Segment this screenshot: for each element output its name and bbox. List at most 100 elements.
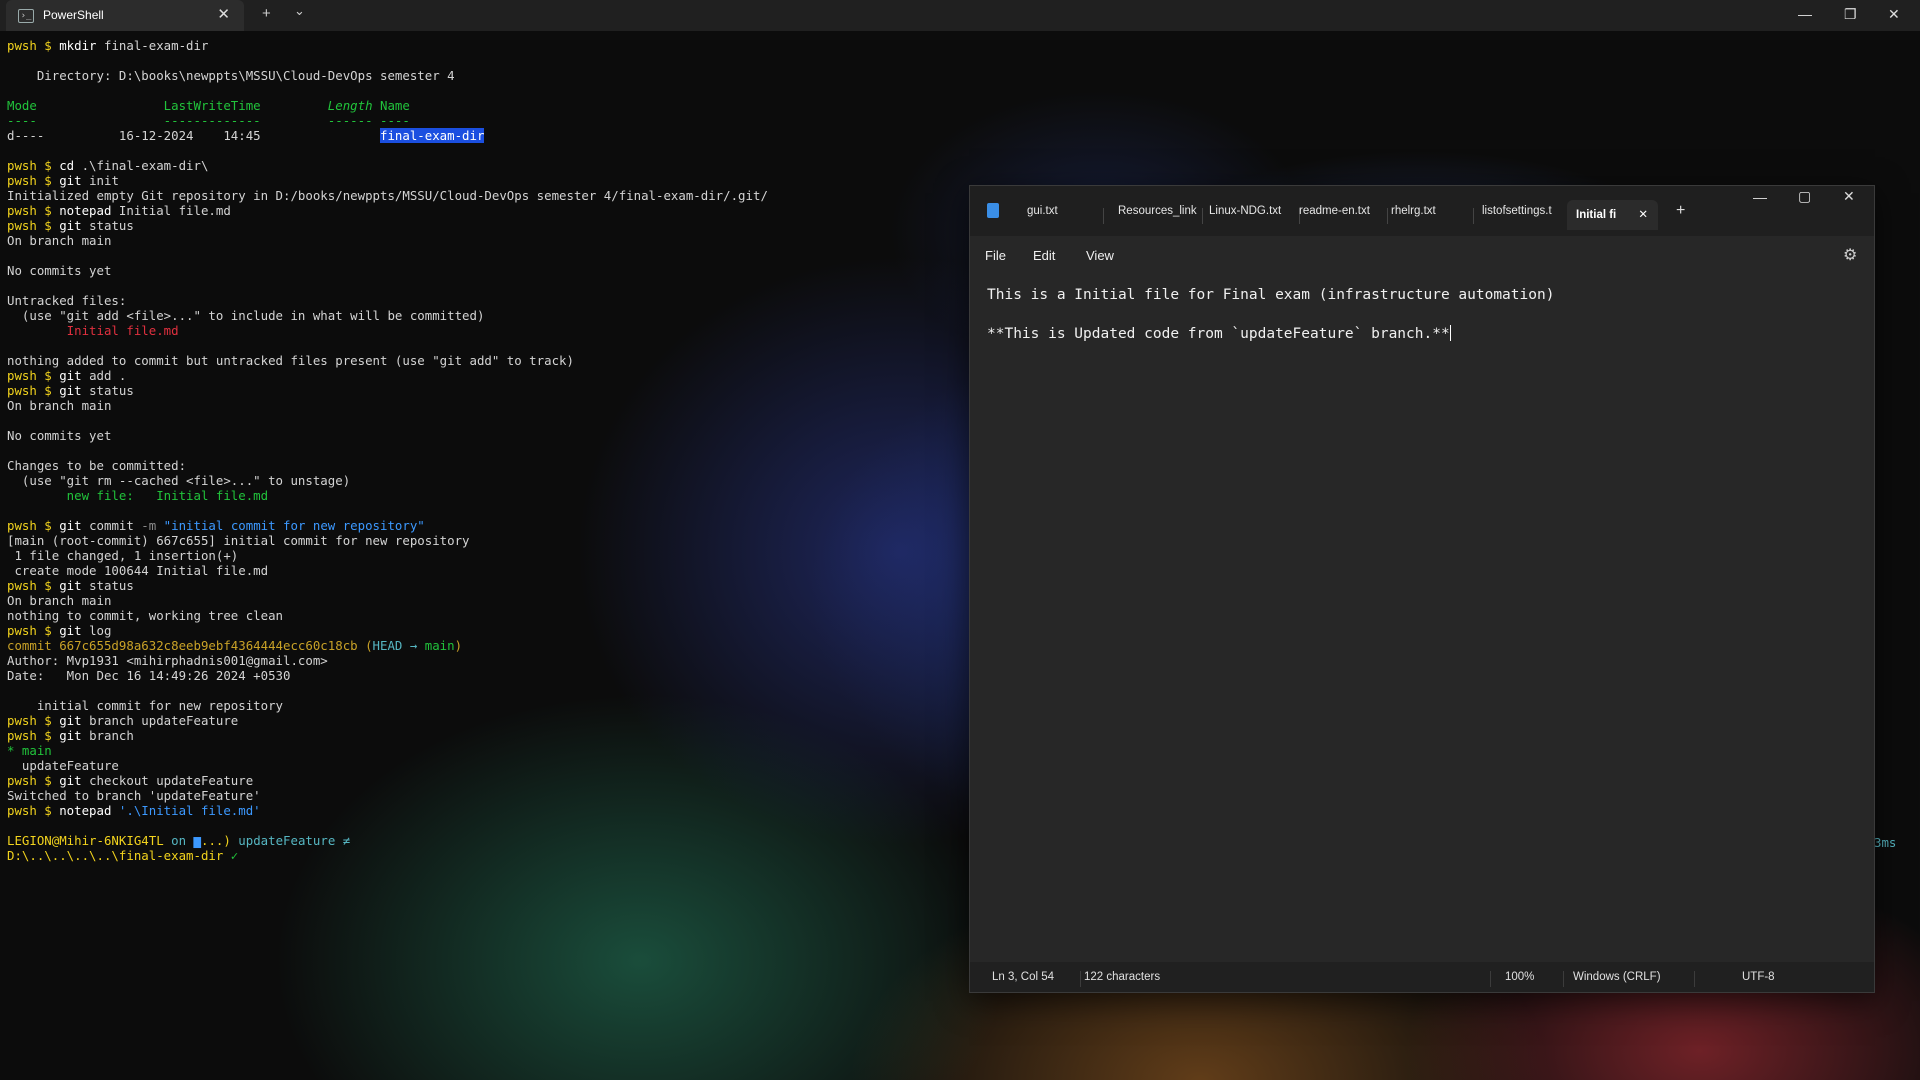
terminal-text: No commits yet xyxy=(7,428,112,443)
terminal-text: pwsh $ xyxy=(7,38,60,53)
settings-gear-icon[interactable]: ⚙ xyxy=(1843,245,1857,265)
new-tab-button[interactable]: + xyxy=(1676,202,1685,220)
notepad-tab[interactable]: Linux-NDG.txt xyxy=(1209,205,1291,225)
terminal-text: pwsh $ xyxy=(7,803,60,818)
terminal-text: git xyxy=(59,623,82,638)
terminal-text: * main xyxy=(7,743,52,758)
terminal-text: ) xyxy=(454,638,463,653)
terminal-text: ▆ xyxy=(193,833,201,848)
terminal-line: ---- ------------- ------ ---- xyxy=(7,113,967,128)
terminal-line: Directory: D:\books\newppts\MSSU\Cloud-D… xyxy=(7,68,967,83)
tab-separator xyxy=(1202,208,1203,224)
terminal-text: final-exam-dir xyxy=(96,38,209,53)
terminal-text: git xyxy=(59,728,82,743)
terminal-text: d---- 16-12-2024 14:45 xyxy=(7,128,380,143)
terminal-line: No commits yet xyxy=(7,428,967,443)
status-separator xyxy=(1490,971,1491,987)
tab-separator xyxy=(1103,208,1104,224)
terminal-text: pwsh $ xyxy=(7,578,60,593)
status-separator xyxy=(1563,971,1564,987)
terminal-text: git xyxy=(59,218,82,233)
notepad-tab[interactable]: Resources_link xyxy=(1118,205,1200,225)
editor-line-3: **This is Updated code from `updateFeatu… xyxy=(987,325,1451,342)
terminal-output[interactable]: pwsh $ mkdir final-exam-dir Directory: D… xyxy=(7,38,967,863)
terminal-text: status xyxy=(81,218,134,233)
terminal-text: pwsh $ xyxy=(7,218,60,233)
terminal-text: Date: Mon Dec 16 14:49:26 2024 +0530 xyxy=(7,668,291,683)
terminal-text: status xyxy=(81,383,134,398)
menu-view[interactable]: View xyxy=(1086,248,1114,263)
terminal-line: nothing added to commit but untracked fi… xyxy=(7,353,967,368)
notepad-tab[interactable]: gui.txt xyxy=(1027,205,1087,225)
maximize-button[interactable]: ▢ xyxy=(1798,188,1811,205)
terminal-text: LEGION@Mihir-6NKIG4TL xyxy=(7,833,172,848)
notepad-tab[interactable]: listofsettings.t xyxy=(1482,205,1564,225)
menu-edit[interactable]: Edit xyxy=(1033,248,1055,263)
notepad-tab[interactable]: readme-en.txt xyxy=(1299,205,1381,225)
status-separator xyxy=(1694,971,1695,987)
restore-button[interactable]: ❐ xyxy=(1844,6,1857,23)
notepad-editor[interactable]: This is a Initial file for Final exam (i… xyxy=(970,274,1874,962)
terminal-line: pwsh $ git status xyxy=(7,218,967,233)
close-tab-icon[interactable]: ✕ xyxy=(217,5,230,23)
terminal-text: nothing to commit, working tree clean xyxy=(7,608,284,623)
terminal-text: git xyxy=(59,383,82,398)
notepad-tab-bar: gui.txt Resources_link Linux-NDG.txt rea… xyxy=(970,186,1874,236)
terminal-line: * main xyxy=(7,743,967,758)
terminal-line: pwsh $ git status xyxy=(7,578,967,593)
terminal-line: pwsh $ git status xyxy=(7,383,967,398)
notepad-tab-active[interactable]: Initial fi ✕ xyxy=(1567,200,1658,230)
terminal-text: on xyxy=(171,833,194,848)
terminal-text: ( xyxy=(365,638,373,653)
terminal-line: Initialized empty Git repository in D:/b… xyxy=(7,188,967,203)
terminal-text: notepad xyxy=(59,203,112,218)
terminal-text: init xyxy=(81,173,119,188)
terminal-text: pwsh $ xyxy=(7,158,60,173)
terminal-text: pwsh $ xyxy=(7,368,60,383)
line-ending[interactable]: Windows (CRLF) xyxy=(1573,971,1661,983)
terminal-text: pwsh $ xyxy=(7,728,60,743)
terminal-text: cd xyxy=(59,158,75,173)
tab-dropdown-button[interactable]: ⌄ xyxy=(294,3,305,19)
editor-line-text: **This is Updated code from `updateFeatu… xyxy=(987,326,1450,342)
minimize-button[interactable]: — xyxy=(1798,6,1812,22)
close-window-button[interactable]: ✕ xyxy=(1888,6,1900,23)
notepad-window[interactable]: gui.txt Resources_link Linux-NDG.txt rea… xyxy=(969,185,1875,993)
terminal-text: pwsh $ xyxy=(7,383,60,398)
cursor-position: Ln 3, Col 54 xyxy=(992,971,1055,983)
terminal-line: pwsh $ mkdir final-exam-dir xyxy=(7,38,967,53)
powershell-icon: ›_ xyxy=(18,9,34,23)
terminal-text: (use "git add <file>..." to include in w… xyxy=(7,308,485,323)
terminal-text: '.\Initial file.md' xyxy=(111,803,261,818)
terminal-line: pwsh $ notepad '.\Initial file.md' xyxy=(7,803,967,818)
terminal-line: commit 667c655d98a632c8eeb9ebf4364444ecc… xyxy=(7,638,967,653)
text-caret xyxy=(1449,325,1451,341)
terminal-text: Initial file.md xyxy=(7,323,179,338)
tab-powershell[interactable]: ›_ PowerShell ✕ xyxy=(6,0,244,31)
terminal-text: main xyxy=(424,638,455,653)
terminal-text: log xyxy=(81,623,112,638)
terminal-text: ---- ------------- ------ ---- xyxy=(7,113,410,128)
terminal-line: Untracked files: xyxy=(7,293,967,308)
encoding[interactable]: UTF-8 xyxy=(1742,971,1775,983)
new-tab-button[interactable]: + xyxy=(262,5,271,22)
terminal-text: git xyxy=(59,713,82,728)
terminal-line: On branch main xyxy=(7,593,967,608)
zoom-level[interactable]: 100% xyxy=(1505,971,1534,983)
terminal-text: Length xyxy=(327,98,373,113)
minimize-button[interactable]: — xyxy=(1753,189,1767,205)
close-tab-icon[interactable]: ✕ xyxy=(1638,200,1648,230)
terminal-line: pwsh $ git branch updateFeature xyxy=(7,713,967,728)
notepad-tab[interactable]: rhelrg.txt xyxy=(1391,205,1453,225)
terminal-line: new file: Initial file.md xyxy=(7,488,967,503)
character-count: 122 characters xyxy=(1084,971,1161,983)
terminal-text: HEAD → xyxy=(372,638,425,653)
terminal-text: Name xyxy=(372,98,410,113)
terminal-text: pwsh $ xyxy=(7,518,60,533)
close-window-button[interactable]: ✕ xyxy=(1843,188,1855,205)
terminal-text: No commits yet xyxy=(7,263,112,278)
menu-file[interactable]: File xyxy=(985,248,1006,263)
